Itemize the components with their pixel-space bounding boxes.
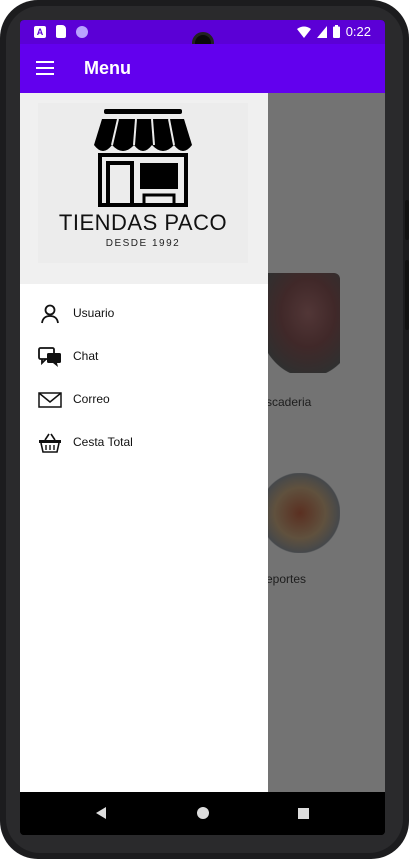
navigation-drawer: TIENDAS PACO DESDE 1992 Usuario Chat Cor… — [20, 93, 268, 792]
status-time: 0:22 — [345, 24, 371, 39]
storefront-icon — [94, 109, 192, 207]
brand-logo: TIENDAS PACO DESDE 1992 — [38, 103, 248, 263]
wifi-icon — [296, 26, 311, 38]
device-frame: scaderia eportes A — [0, 0, 409, 859]
hamburger-menu-icon[interactable] — [36, 61, 54, 75]
home-icon[interactable] — [197, 807, 209, 819]
circle-dot-icon — [76, 25, 88, 38]
basket-icon — [39, 433, 61, 453]
mail-icon — [38, 392, 62, 408]
drawer-item-cesta-total[interactable]: Cesta Total — [20, 422, 268, 465]
drawer-item-label: Usuario — [73, 306, 115, 320]
drawer-menu: Usuario Chat Correo Cesta Total — [20, 293, 268, 465]
battery-icon — [332, 25, 340, 38]
back-icon[interactable] — [96, 807, 106, 819]
recents-icon[interactable] — [298, 808, 309, 819]
signal-icon — [316, 25, 327, 38]
brand-tagline: DESDE 1992 — [105, 238, 181, 249]
volume-button — [405, 200, 409, 240]
app-bar-title: Menu — [84, 58, 131, 78]
power-button — [405, 260, 409, 330]
chat-icon — [38, 347, 61, 367]
user-icon — [41, 304, 59, 324]
drawer-item-label: Correo — [73, 392, 110, 406]
brand-name: TIENDAS PACO — [58, 210, 228, 235]
drawer-item-label: Cesta Total — [73, 435, 133, 449]
app-bar: Menu — [20, 44, 385, 93]
drawer-header: TIENDAS PACO DESDE 1992 — [20, 93, 268, 284]
notification-a-icon: A — [34, 25, 46, 38]
sd-card-icon — [56, 25, 66, 38]
drawer-item-chat[interactable]: Chat — [20, 336, 268, 379]
drawer-item-correo[interactable]: Correo — [20, 379, 268, 422]
screen: scaderia eportes A — [20, 20, 385, 835]
system-nav-bar — [20, 792, 385, 835]
drawer-item-label: Chat — [73, 349, 99, 363]
drawer-item-usuario[interactable]: Usuario — [20, 293, 268, 336]
